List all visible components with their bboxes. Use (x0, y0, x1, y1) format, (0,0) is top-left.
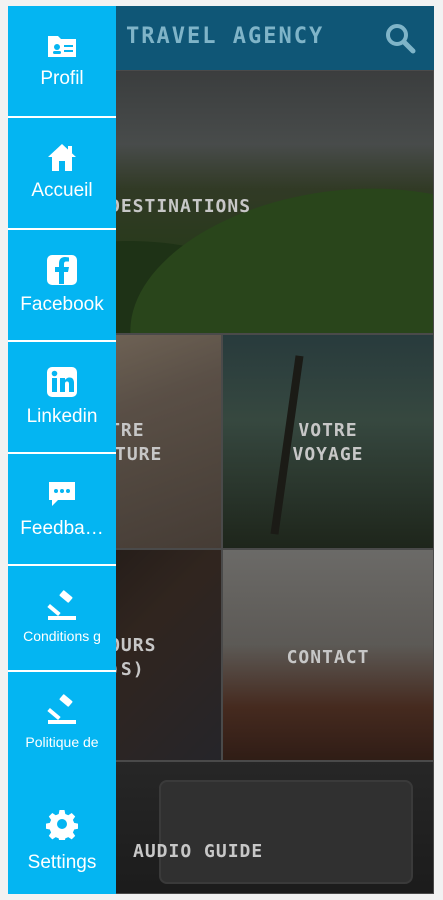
app-title: TRAVEL AGENCY (126, 24, 325, 49)
sidebar-item-label: Politique de (25, 734, 99, 750)
sidebar-item-label: Facebook (20, 294, 104, 315)
sidebar-item-label: Linkedin (26, 406, 98, 427)
gavel-icon (47, 590, 76, 620)
sidebar-item-label: Conditions g (23, 628, 101, 644)
sidebar-item-linkedin[interactable]: Linkedin (8, 342, 116, 454)
sidebar-item-conditions[interactable]: Conditions g (8, 566, 116, 672)
tile-contact-label: CONTACT (286, 647, 370, 668)
sidebar-item-facebook[interactable]: Facebook (8, 230, 116, 342)
linkedin-icon (47, 367, 77, 397)
gavel-icon (47, 694, 76, 724)
sidebar-item-profil[interactable]: Profil (8, 6, 116, 118)
sidebar-item-settings[interactable]: Settings (8, 778, 116, 894)
home-icon (48, 144, 76, 171)
sidebar-item-label: Profil (40, 68, 84, 89)
sidebar-item-label: Settings (27, 852, 97, 873)
tile-contact[interactable]: CONTACT (222, 549, 434, 761)
sidebar-item-label: Feedba… (20, 518, 104, 539)
tile-audio-guide-label: AUDIO GUIDE (133, 841, 264, 862)
tile-voyage[interactable]: VOTRE VOYAGE (222, 334, 434, 549)
sidebar-item-politique[interactable]: Politique de (8, 672, 116, 778)
tile-destinations-label: DESTINATIONS (109, 196, 252, 217)
search-icon[interactable] (384, 22, 416, 54)
feedback-chat-icon (49, 482, 75, 506)
sidebar-item-feedback[interactable]: Feedba… (8, 454, 116, 566)
tile-voyage-label-1: VOTRE (298, 420, 358, 441)
tile-voyage-label-2: VOYAGE (292, 444, 364, 465)
profile-card-icon (48, 36, 76, 57)
facebook-icon (47, 255, 77, 285)
gear-icon (46, 810, 78, 840)
sidebar-item-label: Accueil (31, 180, 93, 201)
side-drawer: Profil Accueil Facebook Linkedin Feedba…… (8, 6, 116, 894)
sidebar-item-accueil[interactable]: Accueil (8, 118, 116, 230)
